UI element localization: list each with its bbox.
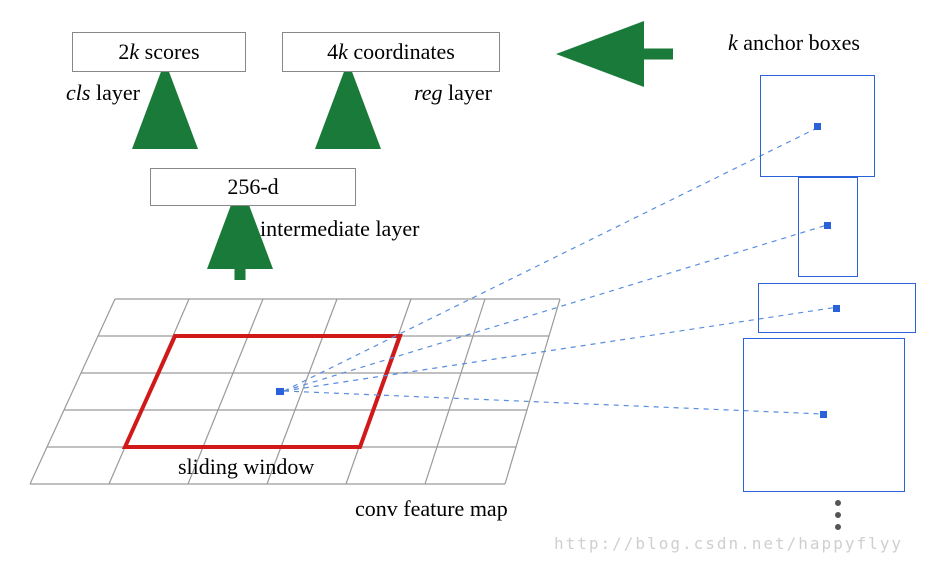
grid-center-dot (276, 388, 284, 395)
watermark: http://blog.csdn.net/happyflyy (554, 534, 903, 553)
conv-feature-map-label: conv feature map (355, 496, 508, 522)
scores-box: 2k2k scores scores (72, 32, 246, 72)
anchor-dot-4 (820, 411, 827, 418)
coords-box-label: 4k4k coordinates coordinates (327, 39, 455, 65)
anchor-dot-2 (824, 222, 831, 229)
anchor-dot-1 (814, 123, 821, 130)
anchor-boxes-title: k anchor boxes (728, 30, 860, 56)
ellipsis-dot (835, 512, 841, 518)
cls-layer-label: cls layer cls layer (66, 80, 140, 106)
feature-256d-box: 256-d (150, 168, 356, 206)
reg-layer-label: reg layer reg layer (414, 80, 492, 106)
scores-box-label: 2k2k scores scores (118, 39, 199, 65)
coords-box: 4k4k coordinates coordinates (282, 32, 500, 72)
ellipsis-dot (835, 524, 841, 530)
sliding-window-label: sliding window (178, 454, 314, 480)
ellipsis-dot (835, 500, 841, 506)
sliding-window-box (125, 336, 400, 447)
intermediate-layer-label: intermediate layer (260, 216, 419, 242)
feature-256d-label: 256-d (227, 174, 278, 200)
anchor-dot-3 (833, 305, 840, 312)
